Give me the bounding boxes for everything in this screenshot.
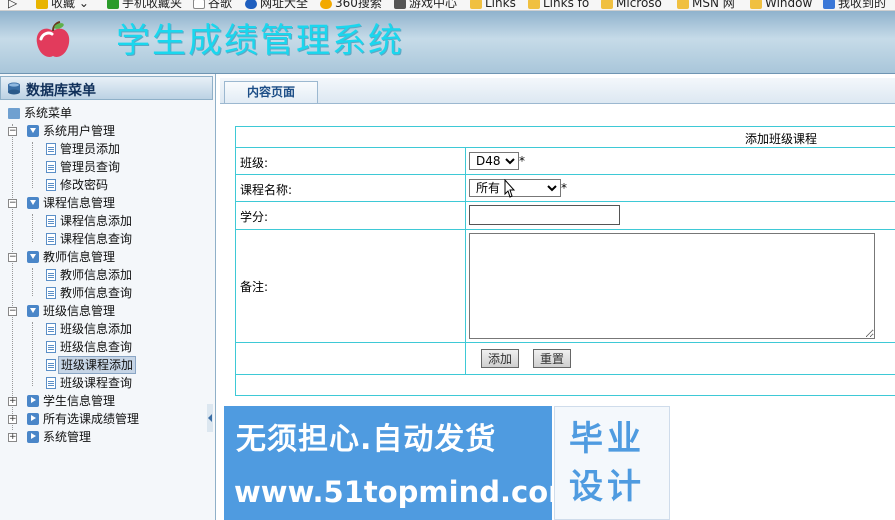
apple-logo-icon (36, 21, 70, 57)
bookmark-google[interactable]: 谷歌 (193, 0, 232, 10)
bookmark-msn[interactable]: MSN 网 (677, 0, 735, 10)
watermark-left: 无须担心.自动发货 www.51topmind.com (224, 406, 578, 520)
app-title: 学生成绩管理系统 (116, 21, 404, 61)
note-label: 备注: (240, 280, 269, 294)
bookmark-favorites[interactable]: 收藏 ⌄ (36, 0, 89, 10)
credit-input[interactable] (469, 205, 620, 225)
folder-closed-icon (27, 395, 39, 407)
tree-branch (32, 214, 33, 242)
sidebar-collapse-handle[interactable] (207, 404, 213, 432)
folder-closed-icon (27, 413, 39, 425)
tree-branch (32, 142, 33, 188)
document-icon (46, 179, 56, 191)
bookmark-mobile[interactable]: 手机收藏夹 (107, 0, 182, 10)
bookmark-links[interactable]: Links (470, 0, 516, 10)
document-icon (46, 161, 56, 173)
watermark-banner: 无须担心.自动发货 www.51topmind.com 毕业 设计 (224, 406, 670, 520)
folder-icon (677, 0, 689, 9)
watermark-slogan: 无须担心.自动发货 (236, 422, 497, 457)
bookmark-microsoft[interactable]: Microso (601, 0, 662, 10)
bookmark-links-for[interactable]: Links fo (528, 0, 589, 10)
reset-button[interactable]: 重置 (533, 349, 572, 368)
search-icon (823, 0, 835, 9)
gamepad-icon (394, 0, 406, 9)
sidebar-header: 数据库菜单 (0, 76, 213, 100)
360-icon (320, 0, 332, 9)
mouse-cursor-icon (504, 179, 516, 198)
menu-root-icon (8, 108, 20, 119)
form-heading: 添加班级课程 (745, 132, 818, 146)
globe-icon (245, 0, 257, 9)
form-heading-row: 添加班级课程 (236, 127, 895, 148)
collapse-toggle-icon[interactable]: − (8, 307, 17, 316)
note-row: 备注: (236, 230, 895, 343)
folder-icon (470, 0, 482, 9)
button-row: 添加 重置 (236, 343, 895, 375)
collapse-toggle-icon[interactable]: − (8, 253, 17, 262)
course-label: 课程名称: (240, 183, 293, 197)
document-icon (46, 233, 56, 245)
tab-content-page[interactable]: 内容页面 (224, 81, 318, 103)
class-select[interactable]: D48 (469, 152, 519, 170)
tree-branch (32, 322, 33, 386)
tab-bar: 内容页面 (220, 78, 895, 104)
credit-row: 学分: (236, 202, 895, 230)
bookmark-windows[interactable]: Window (750, 0, 812, 10)
bookmark-360[interactable]: 360搜索 (320, 0, 382, 10)
note-textarea[interactable] (469, 233, 875, 339)
tree-branch (32, 268, 33, 296)
sidebar: 数据库菜单 系统菜单 − 系统用户管理 管理员添加 管理员查询 修改密码 − 课… (0, 74, 216, 520)
sidebar-title: 数据库菜单 (26, 83, 96, 99)
collapse-toggle-icon[interactable]: − (8, 127, 17, 136)
database-icon (8, 82, 20, 95)
page-icon (193, 0, 205, 9)
document-icon (46, 215, 56, 227)
document-icon (46, 341, 56, 353)
phone-icon (107, 0, 119, 9)
required-mark: * (561, 181, 567, 195)
bookmarks-bar: ▷ 收藏 ⌄ 手机收藏夹 谷歌 网址大全 360搜索 游戏中心 Links Li… (0, 0, 895, 11)
folder-icon (750, 0, 762, 9)
back-arrow[interactable]: ▷ (8, 0, 17, 10)
form-footer-row (236, 375, 895, 395)
class-row: 班级: D48 * (236, 148, 895, 175)
watermark-url: www.51topmind.com (234, 475, 579, 509)
add-class-course-form: 添加班级课程 班级: D48 * 课程名称: 所有 * 学分: 备注: 添加 重… (235, 126, 895, 396)
expand-toggle-icon[interactable]: + (8, 397, 17, 406)
class-label: 班级: (240, 156, 269, 170)
tree-trunk (12, 124, 13, 430)
folder-open-icon (27, 251, 39, 263)
document-icon (46, 287, 56, 299)
bookmark-hao123[interactable]: 网址大全 (245, 0, 308, 10)
document-icon (46, 359, 56, 371)
folder-open-icon (27, 305, 39, 317)
bookmark-received[interactable]: 我收到的 (823, 0, 886, 10)
expand-toggle-icon[interactable]: + (8, 415, 17, 424)
bookmark-games[interactable]: 游戏中心 (394, 0, 457, 10)
collapse-toggle-icon[interactable]: − (8, 199, 17, 208)
folder-icon (528, 0, 540, 9)
expand-toggle-icon[interactable]: + (8, 433, 17, 442)
star-icon (36, 0, 48, 9)
document-icon (46, 377, 56, 389)
folder-open-icon (27, 197, 39, 209)
app-header: 学生成绩管理系统 (0, 11, 895, 74)
watermark-text-design: 设计 (569, 467, 645, 507)
document-icon (46, 269, 56, 281)
folder-closed-icon (27, 431, 39, 443)
folder-icon (601, 0, 613, 9)
document-icon (46, 323, 56, 335)
watermark-right: 毕业 设计 (554, 406, 670, 520)
credit-label: 学分: (240, 210, 269, 224)
watermark-text-graduation: 毕业 (569, 419, 645, 459)
folder-open-icon (27, 125, 39, 137)
required-mark: * (519, 154, 525, 168)
add-button[interactable]: 添加 (481, 349, 520, 368)
document-icon (46, 143, 56, 155)
course-row: 课程名称: 所有 * (236, 175, 895, 202)
